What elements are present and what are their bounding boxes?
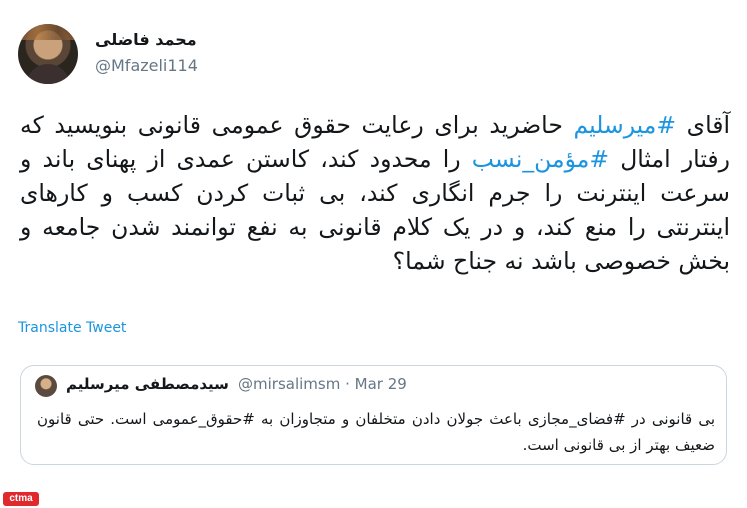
quoted-tweet-card[interactable]: سیدمصطفی میرسلیم @mirsalimsm · Mar 29 بی… (20, 365, 727, 465)
quoted-author-name: سیدمصطفی میرسلیم (66, 375, 229, 393)
hashtag-link[interactable]: #میرسلیم (574, 111, 677, 139)
quoted-author-meta: @mirsalimsm · Mar 29 (238, 375, 407, 393)
tweet-text-segment: آقای (676, 111, 730, 139)
hashtag-link[interactable]: #مؤمن_نسب (472, 145, 609, 173)
author-handle[interactable]: @Mfazeli114 (95, 56, 198, 75)
translate-tweet-link[interactable]: Translate Tweet (18, 320, 126, 336)
avatar-figure (26, 64, 70, 84)
tweet-text: آقای #میرسلیم حاضرید برای رعایت حقوق عمو… (20, 108, 730, 278)
watermark-logo: ctma (3, 492, 39, 506)
author-avatar[interactable] (18, 24, 78, 84)
quoted-author-avatar (35, 375, 57, 397)
author-name[interactable]: محمد فاضلی (95, 30, 197, 49)
quoted-tweet-text: بی قانونی در #فضای_مجازی باعث جولان دادن… (37, 410, 715, 454)
avatar-background (18, 24, 78, 40)
